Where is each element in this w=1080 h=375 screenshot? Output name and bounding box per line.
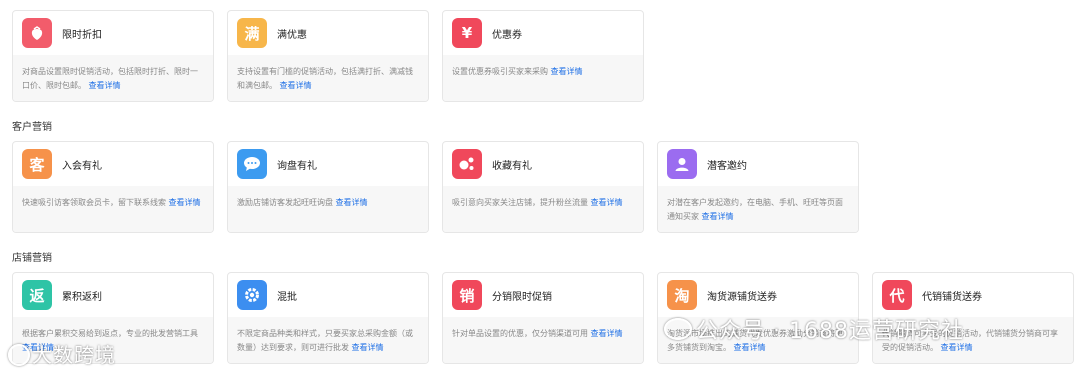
view-details-link[interactable]: 查看详情 xyxy=(352,343,384,352)
view-details-link[interactable]: 查看详情 xyxy=(280,81,312,90)
card-title: 潜客邀约 xyxy=(707,160,747,172)
card-coupon[interactable]: ¥ 优惠券 设置优惠券吸引买家来采购 查看详情 xyxy=(442,10,644,102)
description-text: 快速吸引访客领取会员卡，留下联系线索 xyxy=(22,198,166,207)
card-title: 淘货源铺货送券 xyxy=(707,291,777,303)
ke-character-icon: 客 xyxy=(22,149,52,179)
card-title: 分销限时促销 xyxy=(492,291,552,303)
card-title: 优惠券 xyxy=(492,29,522,41)
card-inquiry-gift[interactable]: 询盘有礼 激励店铺访客发起旺旺询盘 查看详情 xyxy=(227,141,429,233)
section-title-store-marketing: 店铺营销 xyxy=(12,253,52,264)
description-text: 吸引意向买家关注店铺，提升粉丝流量 xyxy=(452,198,588,207)
view-details-link[interactable]: 查看详情 xyxy=(551,67,583,76)
view-details-link[interactable]: 查看详情 xyxy=(89,81,121,90)
description-text: 根据客户累积交易给到返点，专业的批发营销工具 xyxy=(22,329,198,338)
description-text: 激励店铺访客发起旺旺询盘 xyxy=(237,198,333,207)
man-character-icon: 满 xyxy=(237,18,267,48)
card-description: 对商品设置限时促销活动，包括限时打折、限时一口价、限时包邮。 查看详情 xyxy=(13,55,213,101)
user-icon xyxy=(667,149,697,179)
card-title: 累积返利 xyxy=(62,291,102,303)
watermark-right: 公众号 · 1688运营研究社 xyxy=(696,319,964,344)
chat-bubble-icon xyxy=(237,149,267,179)
card-description: 不限定商品种类和样式，只要买家总采购金额（或数量）达到要求，则可进行批发 查看详… xyxy=(228,317,428,363)
card-limited-time-discount[interactable]: 限时折扣 对商品设置限时促销活动，包括限时打折、限时一口价、限时包邮。 查看详情 xyxy=(12,10,214,102)
card-title: 收藏有礼 xyxy=(492,160,532,172)
tao-character-icon: 淘 xyxy=(667,280,697,310)
card-title: 入会有礼 xyxy=(62,160,102,172)
card-favorite-gift[interactable]: 收藏有礼 吸引意向买家关注店铺，提升粉丝流量 查看详情 xyxy=(442,141,644,233)
card-mixed-wholesale[interactable]: 混批 不限定商品种类和样式，只要买家总采购金额（或数量）达到要求，则可进行批发 … xyxy=(227,272,429,364)
card-description: 吸引意向买家关注店铺，提升粉丝流量 查看详情 xyxy=(443,186,643,232)
xiao-character-icon: 销 xyxy=(452,280,482,310)
view-details-link[interactable]: 查看详情 xyxy=(169,198,201,207)
strawberry-icon xyxy=(22,18,52,48)
dots-icon xyxy=(452,149,482,179)
view-details-link[interactable]: 查看详情 xyxy=(591,329,623,338)
card-distribution-flash-sale[interactable]: 销 分销限时促销 针对单品设置的优惠，仅分销渠道可用 查看详情 xyxy=(442,272,644,364)
card-description: 针对单品设置的优惠，仅分销渠道可用 查看详情 xyxy=(443,317,643,363)
gear-icon xyxy=(237,280,267,310)
description-text: 针对单品设置的优惠，仅分销渠道可用 xyxy=(452,329,588,338)
description-text: 对潜在客户发起邀约，在电脑、手机、旺旺等页面通知买家 xyxy=(667,198,843,221)
card-full-reduction[interactable]: 满 满优惠 支持设置有门槛的促销活动，包括满打折、满减钱和满包邮。 查看详情 xyxy=(227,10,429,102)
card-description: 激励店铺访客发起旺旺询盘 查看详情 xyxy=(228,186,428,232)
watermark-left: 大数跨境 xyxy=(32,343,116,367)
card-description: 对潜在客户发起邀约，在电脑、手机、旺旺等页面通知买家 查看详情 xyxy=(658,186,858,232)
yen-coupon-icon: ¥ xyxy=(452,18,482,48)
card-title: 限时折扣 xyxy=(62,29,102,41)
card-description: 快速吸引访客领取会员卡，留下联系线索 查看详情 xyxy=(13,186,213,232)
description-text: 支持设置有门槛的促销活动，包括满打折、满减钱和满包邮。 xyxy=(237,67,413,90)
card-prospect-invite[interactable]: 潜客邀约 对潜在客户发起邀约，在电脑、手机、旺旺等页面通知买家 查看详情 xyxy=(657,141,859,233)
card-membership-gift[interactable]: 客 入会有礼 快速吸引访客领取会员卡，留下联系线索 查看详情 xyxy=(12,141,214,233)
description-text: 设置优惠券吸引买家来采购 xyxy=(452,67,548,76)
view-details-link[interactable]: 查看详情 xyxy=(591,198,623,207)
fan-character-icon: 返 xyxy=(22,280,52,310)
card-description: 设置优惠券吸引买家来采购 查看详情 xyxy=(443,55,643,101)
card-title: 代销铺货送券 xyxy=(922,291,982,303)
view-details-link[interactable]: 查看详情 xyxy=(336,198,368,207)
card-title: 满优惠 xyxy=(277,29,307,41)
card-description: 支持设置有门槛的促销活动，包括满打折、满减钱和满包邮。 查看详情 xyxy=(228,55,428,101)
dai-character-icon: 代 xyxy=(882,280,912,310)
section-title-customer-marketing: 客户营销 xyxy=(12,122,52,133)
description-text: 不限定商品种类和样式，只要买家总采购金额（或数量）达到要求，则可进行批发 xyxy=(237,329,413,352)
view-details-link[interactable]: 查看详情 xyxy=(702,212,734,221)
wechat-icon xyxy=(664,318,692,340)
watermark-logo-icon xyxy=(8,344,30,366)
card-title: 混批 xyxy=(277,291,297,303)
card-title: 询盘有礼 xyxy=(277,160,317,172)
